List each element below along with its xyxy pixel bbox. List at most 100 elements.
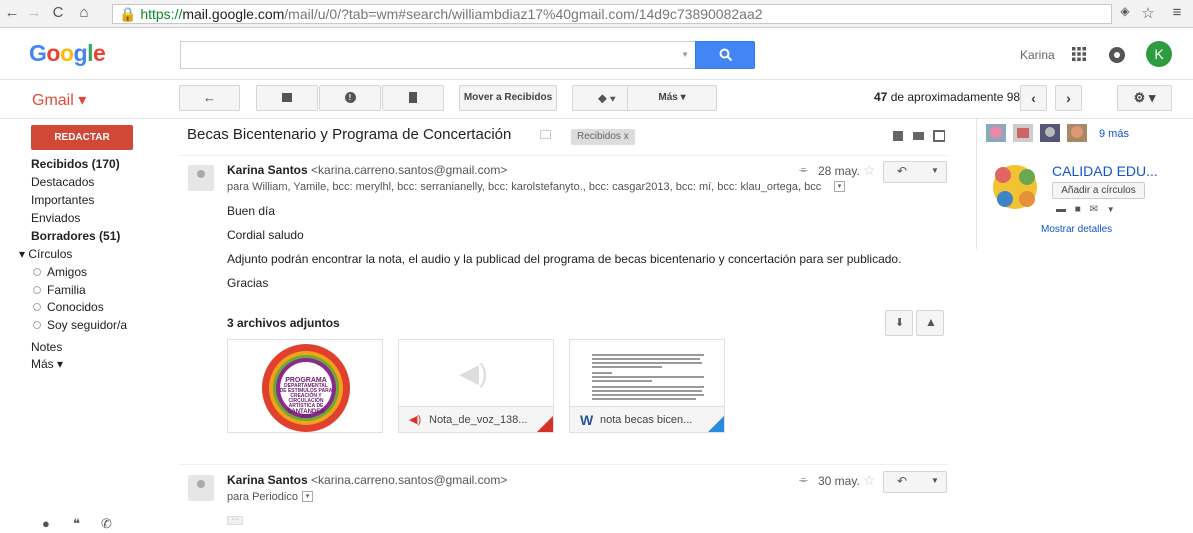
circle-label: Familia: [47, 283, 86, 297]
star-bookmark-icon[interactable]: ☆: [1138, 4, 1158, 22]
person-thumbnail[interactable]: [986, 124, 1006, 142]
url-path: /mail/u/0/?tab=wm#search/williambdiaz17%…: [284, 6, 763, 22]
attachment-name: nota becas bicen...: [600, 414, 693, 426]
google-logo[interactable]: Google: [29, 40, 106, 67]
more-button[interactable]: Más ▾: [627, 85, 717, 111]
save-to-drive-button[interactable]: ▲: [916, 310, 944, 336]
attachment-card[interactable]: PROGRAMA DEPARTAMENTAL DE ESTIMULOS PARA…: [227, 339, 383, 433]
forward-arrow-icon[interactable]: →: [24, 4, 44, 21]
circle-item[interactable]: Conocidos: [33, 300, 104, 314]
circle-label: Soy seguidor/a: [47, 318, 128, 332]
document-preview: [592, 354, 704, 400]
sidebar-circles-toggle[interactable]: ▾ Círculos: [19, 247, 72, 261]
message-sender[interactable]: Karina Santos <karina.carreno.santos@gma…: [227, 163, 507, 177]
sender-avatar: [188, 165, 214, 191]
person-thumbnail[interactable]: [1013, 124, 1033, 142]
expand-all-icon[interactable]: [893, 131, 903, 141]
phone-icon[interactable]: ✆: [101, 516, 112, 532]
speaker-icon: ◀): [459, 358, 488, 388]
move-to-inbox-button[interactable]: Mover a Recibidos: [459, 85, 557, 111]
show-details-link[interactable]: Mostrar detalles: [1041, 224, 1112, 235]
circle-item[interactable]: Soy seguidor/a: [33, 318, 127, 332]
chevron-down-icon[interactable]: ▼: [1107, 205, 1115, 214]
attachment-card[interactable]: W nota becas bicen...: [569, 339, 725, 433]
delete-button[interactable]: [382, 85, 444, 111]
sidebar-item-notes[interactable]: Notes: [31, 340, 62, 354]
circle-label: Conocidos: [47, 300, 104, 314]
show-details-dropdown-icon[interactable]: ▾: [834, 181, 845, 192]
google-header: Google ▼ Karina K: [0, 28, 1193, 80]
reply-icon[interactable]: ↶: [897, 164, 907, 178]
menu-icon[interactable]: ≡: [1167, 4, 1187, 21]
video-call-icon[interactable]: ■: [1075, 204, 1081, 215]
sidebar-item-inbox[interactable]: Recibidos (170): [31, 157, 120, 171]
email-icon[interactable]: ✉: [1090, 204, 1098, 215]
add-to-circles-button[interactable]: Añadir a círculos: [1052, 182, 1145, 199]
newer-button[interactable]: ‹: [1020, 85, 1047, 111]
more-people-link[interactable]: 9 más: [1099, 128, 1129, 140]
account-avatar[interactable]: K: [1146, 41, 1172, 67]
more-actions-dropdown-icon[interactable]: ▼: [931, 476, 939, 485]
user-name[interactable]: Karina: [1020, 48, 1055, 62]
reply-button-group: ↶ ▼: [883, 161, 947, 183]
message-sender[interactable]: Karina Santos <karina.carreno.santos@gma…: [227, 473, 507, 487]
star-icon[interactable]: ☆: [863, 472, 876, 489]
attachment-card[interactable]: ◀) ◀) Nota_de_voz_138...: [398, 339, 554, 433]
circle-icon: [33, 321, 41, 329]
contact-name[interactable]: CALIDAD EDU...: [1052, 163, 1158, 179]
reply-icon[interactable]: ↶: [897, 474, 907, 488]
compose-button[interactable]: REDACTAR: [31, 125, 133, 150]
person-thumbnail[interactable]: [1067, 124, 1087, 142]
download-all-button[interactable]: ⬇: [885, 310, 913, 336]
settings-button[interactable]: ⚙ ▾: [1117, 85, 1172, 111]
person-thumbnail[interactable]: [1040, 124, 1060, 142]
search-input[interactable]: ▼: [180, 41, 695, 69]
hangouts-icon[interactable]: ❝: [73, 516, 80, 532]
new-window-icon[interactable]: [933, 130, 945, 142]
logo-letter: e: [92, 40, 106, 66]
count-text: de aproximadamente 98: [887, 90, 1021, 104]
sidebar-item-starred[interactable]: Destacados: [31, 175, 94, 189]
sidebar-item-sent[interactable]: Enviados: [31, 211, 80, 225]
extension-icon[interactable]: ◈: [1115, 4, 1135, 18]
circle-item[interactable]: Amigos: [33, 265, 87, 279]
chevron-down-icon[interactable]: ▼: [681, 50, 689, 59]
sidebar-item-drafts[interactable]: Borradores (51): [31, 229, 120, 243]
person-icon[interactable]: ●: [42, 516, 50, 531]
url-domain: mail.google.com: [182, 6, 285, 22]
thread-subject: Becas Bicentenario y Programa de Concert…: [187, 126, 512, 143]
show-trimmed-content-icon[interactable]: ···: [227, 516, 243, 525]
message-date: 28 may.: [818, 164, 860, 178]
contact-card-icon[interactable]: ▬: [1056, 204, 1066, 215]
archive-button[interactable]: [256, 85, 318, 111]
older-button[interactable]: ›: [1055, 85, 1082, 111]
search-button[interactable]: [695, 41, 755, 69]
apps-grid-icon[interactable]: [1071, 46, 1087, 62]
print-icon[interactable]: [913, 132, 924, 140]
more-actions-dropdown-icon[interactable]: ▼: [931, 166, 939, 175]
star-icon[interactable]: ☆: [863, 162, 876, 179]
back-to-list-button[interactable]: ←: [179, 85, 240, 111]
notifications-icon[interactable]: [1109, 47, 1125, 63]
back-arrow-icon[interactable]: ←: [2, 4, 22, 21]
address-bar[interactable]: 🔒 https://mail.google.com/mail/u/0/?tab=…: [112, 4, 1112, 24]
circle-label: Amigos: [47, 265, 88, 279]
sidebar-item-more[interactable]: Más ▾: [31, 357, 63, 371]
important-marker-icon[interactable]: [540, 130, 551, 139]
gmail-menu[interactable]: Gmail ▾: [32, 90, 86, 110]
count-number: 47: [874, 90, 888, 104]
label-chip-inbox[interactable]: Recibidos x: [571, 129, 635, 145]
home-icon[interactable]: ⌂: [74, 4, 94, 21]
word-doc-icon: W: [580, 412, 594, 428]
message-divider: [178, 464, 948, 465]
sender-email: <karina.carreno.santos@gmail.com>: [311, 473, 508, 487]
message-date: 30 may.: [818, 474, 860, 488]
message-divider: [178, 155, 948, 156]
people-avatars: [986, 124, 1087, 142]
report-spam-button[interactable]: !: [319, 85, 381, 111]
show-details-dropdown-icon[interactable]: ▾: [302, 491, 313, 502]
sidebar-item-important[interactable]: Importantes: [31, 193, 94, 207]
reload-icon[interactable]: C: [48, 4, 68, 21]
circle-item[interactable]: Familia: [33, 283, 86, 297]
sender-email: <karina.carreno.santos@gmail.com>: [311, 163, 508, 177]
